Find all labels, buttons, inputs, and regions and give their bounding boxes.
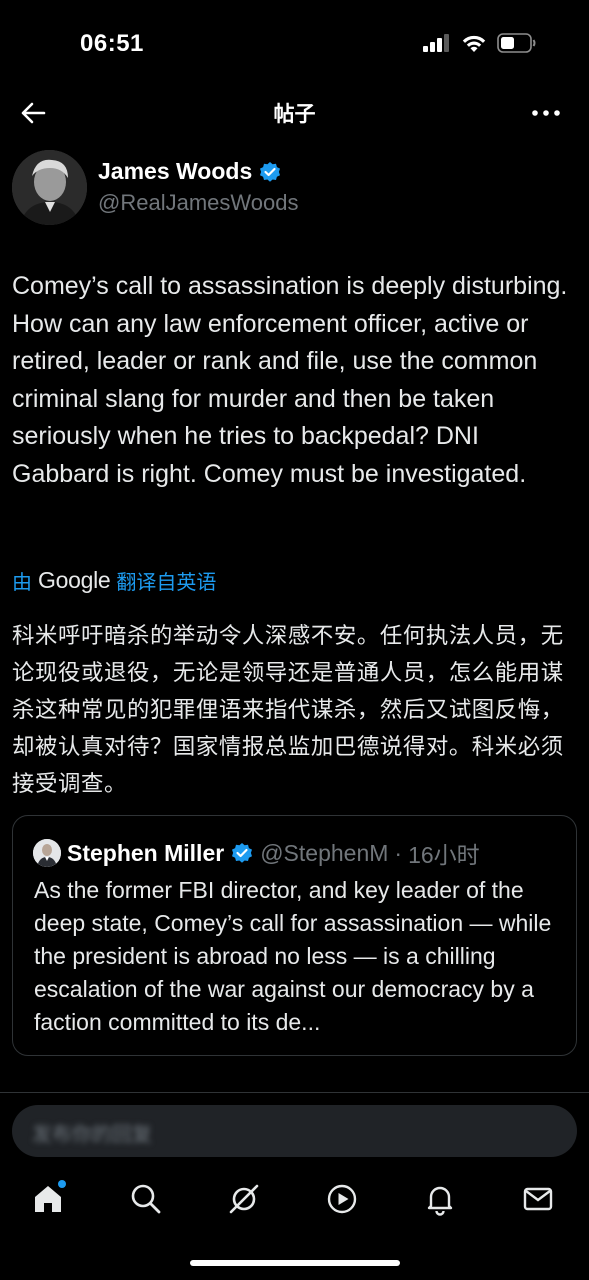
reply-placeholder: 发布你的回复 bbox=[32, 1124, 152, 1146]
quote-header: Stephen Miller @StephenM · 16小时 bbox=[33, 836, 480, 870]
tab-notifications[interactable] bbox=[423, 1182, 457, 1216]
quoted-post[interactable]: Stephen Miller @StephenM · 16小时 As the f… bbox=[12, 815, 577, 1056]
tab-video[interactable] bbox=[325, 1182, 359, 1216]
bottom-tab-bar bbox=[0, 1166, 589, 1236]
avatar-photo bbox=[12, 150, 87, 225]
translation-label: 翻译自英语 bbox=[116, 572, 217, 594]
home-indicator[interactable] bbox=[190, 1260, 400, 1266]
grok-icon bbox=[229, 1184, 259, 1214]
more-horizontal-icon bbox=[532, 110, 560, 116]
nav-header: 帖子 bbox=[0, 88, 589, 138]
more-options-button[interactable] bbox=[531, 100, 561, 126]
tab-search[interactable] bbox=[129, 1182, 163, 1216]
status-icons bbox=[423, 33, 537, 53]
battery-icon bbox=[497, 33, 536, 53]
video-play-icon bbox=[327, 1184, 357, 1214]
mail-icon bbox=[523, 1187, 553, 1211]
tweet-author[interactable]: James Woods @RealJamesWoods bbox=[12, 150, 572, 230]
verified-badge-icon bbox=[232, 843, 253, 863]
bell-icon bbox=[427, 1186, 453, 1216]
author-handle: @RealJamesWoods bbox=[98, 190, 299, 215]
page-title: 帖子 bbox=[273, 103, 316, 126]
verified-badge-icon bbox=[260, 161, 281, 182]
google-logo: Google bbox=[38, 567, 111, 593]
translation-attribution[interactable]: 由 Google 翻译自英语 bbox=[12, 566, 216, 595]
quote-text: As the former FBI director, and key lead… bbox=[34, 877, 552, 1035]
cellular-signal-icon bbox=[423, 34, 449, 52]
notification-dot bbox=[58, 1180, 66, 1188]
search-icon bbox=[131, 1184, 161, 1214]
quote-timestamp: 16小时 bbox=[408, 842, 480, 868]
tab-grok[interactable] bbox=[227, 1182, 261, 1216]
author-avatar[interactable] bbox=[12, 150, 87, 225]
wifi-icon bbox=[462, 35, 486, 52]
tab-messages[interactable] bbox=[521, 1182, 555, 1216]
translated-text: 科米呼吁暗杀的举动令人深感不安。任何执法人员，无论现役或退役，无论是领导还是普通… bbox=[12, 623, 564, 797]
quote-avatar-photo bbox=[33, 839, 61, 867]
translation-prefix: 由 bbox=[12, 572, 32, 594]
quote-author-avatar bbox=[33, 839, 61, 867]
quote-separator: · bbox=[394, 839, 403, 866]
tweet-text: Comey’s call to assassination is deeply … bbox=[12, 272, 568, 488]
author-name: James Woods bbox=[98, 158, 253, 184]
status-time: 06:51 bbox=[80, 30, 144, 57]
status-bar: 06:51 bbox=[0, 0, 589, 88]
divider bbox=[0, 1092, 589, 1093]
quote-author-handle: @StephenM bbox=[260, 839, 389, 866]
reply-input[interactable]: 发布你的回复 bbox=[12, 1105, 577, 1157]
author-name-row: James Woods bbox=[98, 158, 282, 185]
tab-home[interactable] bbox=[31, 1180, 66, 1216]
quote-author-name: Stephen Miller bbox=[67, 839, 225, 866]
